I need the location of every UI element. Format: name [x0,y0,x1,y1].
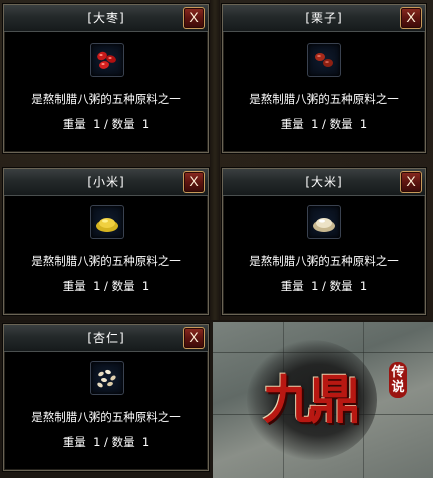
tooltip-titlebar: [栗子] X [223,5,425,32]
item-title: [栗子] [305,11,343,25]
close-button[interactable]: X [183,7,205,29]
close-button[interactable]: X [400,7,422,29]
millet-pile-icon [90,205,124,239]
close-button[interactable]: X [183,327,205,349]
close-button[interactable]: X [400,171,422,193]
item-description: 是熬制腊八粥的五种原料之一 [249,92,399,106]
tooltip-titlebar: [杏仁] X [4,325,208,352]
item-weight-quantity: 重量 1 / 数量 1 [280,279,368,293]
game-logo: 九鼎 [263,370,361,431]
tooltip-titlebar: [小米] X [4,169,208,196]
item-weight-quantity: 重量 1 / 数量 1 [62,279,150,293]
rice-pile-icon [307,205,341,239]
item-title: [大米] [305,175,343,189]
item-title: [小米] [87,175,125,189]
item-tooltip-jujube: [大枣] X 是熬制腊八粥的五种原料之一 重量 1 / 数量 1 [3,4,209,153]
item-weight-quantity: 重量 1 / 数量 1 [62,435,150,449]
item-title: [杏仁] [87,331,125,345]
item-title: [大枣] [87,11,125,25]
game-logo-banner: 九鼎 传说 [213,322,433,478]
red-jujube-icon [90,43,124,77]
close-button[interactable]: X [183,171,205,193]
tooltip-titlebar: [大枣] X [4,5,208,32]
logo-subtitle-seal: 传说 [389,362,407,398]
item-tooltip-millet: [小米] X 是熬制腊八粥的五种原料之一 重量 1 / 数量 1 [3,168,209,315]
tooltip-titlebar: [大米] X [223,169,425,196]
chestnut-icon [307,43,341,77]
almond-icon [90,361,124,395]
item-tooltip-rice: [大米] X 是熬制腊八粥的五种原料之一 重量 1 / 数量 1 [222,168,426,315]
item-description: 是熬制腊八粥的五种原料之一 [31,410,181,424]
item-description: 是熬制腊八粥的五种原料之一 [31,92,181,106]
item-description: 是熬制腊八粥的五种原料之一 [249,254,399,268]
item-tooltip-almond: [杏仁] X 是熬制腊八粥的五种原料之一 重量 1 / 数量 1 [3,324,209,471]
item-weight-quantity: 重量 1 / 数量 1 [280,117,368,131]
item-tooltip-chestnut: [栗子] X 是熬制腊八粥的五种原料之一 重量 1 / 数量 1 [222,4,426,153]
item-weight-quantity: 重量 1 / 数量 1 [62,117,150,131]
item-description: 是熬制腊八粥的五种原料之一 [31,254,181,268]
